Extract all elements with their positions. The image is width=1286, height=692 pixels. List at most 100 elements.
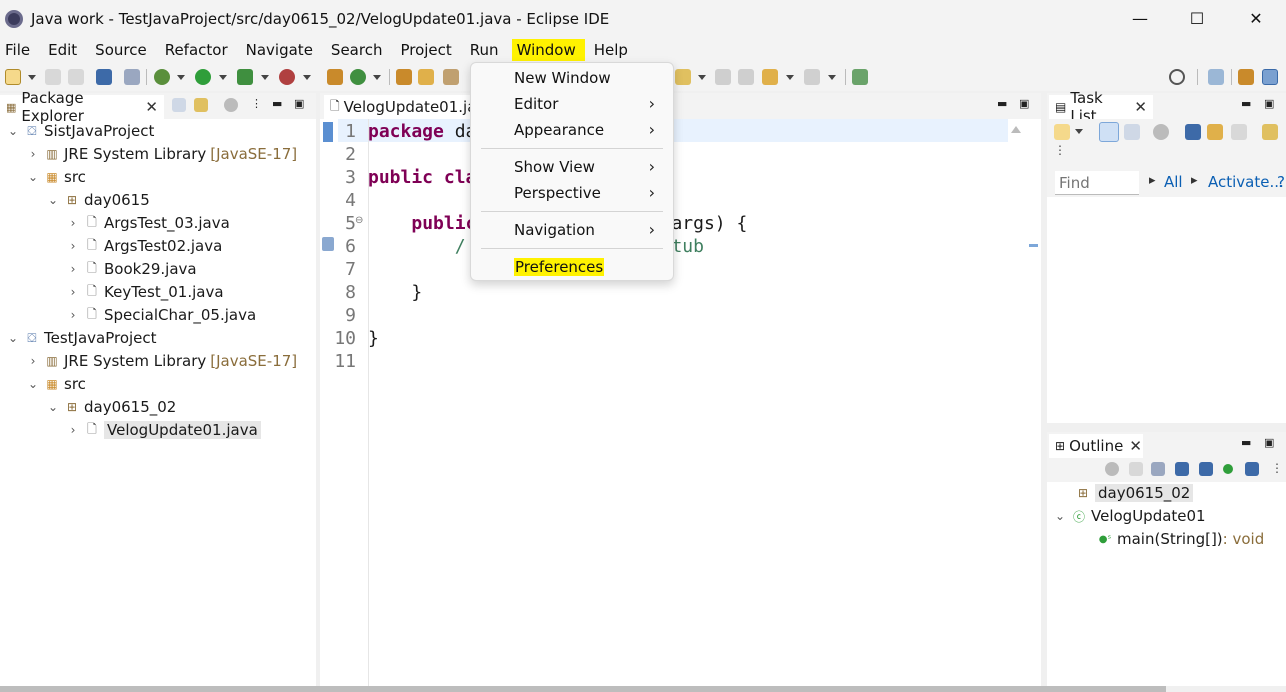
expand-icon[interactable]: › — [66, 285, 80, 299]
sort-icon[interactable] — [1151, 462, 1165, 476]
collapse-icon[interactable]: ⌄ — [46, 193, 60, 207]
view-menu-icon[interactable]: ⋮ — [1054, 143, 1066, 157]
external-tools-icon[interactable] — [279, 69, 295, 85]
link-with-editor-icon[interactable] — [194, 98, 208, 112]
expand-icon[interactable]: › — [26, 147, 40, 161]
menu-search[interactable]: Search — [326, 39, 392, 61]
last-edit-icon[interactable] — [715, 69, 731, 85]
menu-item-show-view[interactable]: Show View › — [471, 155, 673, 179]
code-line[interactable]: 10} — [320, 327, 1010, 350]
new-class-dropdown-icon[interactable] — [373, 75, 381, 80]
hide-static-icon[interactable] — [1199, 462, 1213, 476]
menu-project[interactable]: Project — [395, 39, 460, 61]
maximize-view-icon[interactable]: ▣ — [1264, 97, 1274, 110]
scheduled-icon[interactable] — [1124, 124, 1140, 140]
menu-navigate[interactable]: Navigate — [241, 39, 322, 61]
outline-package-row[interactable]: ⊞ day0615_02 — [1071, 482, 1194, 504]
activate-link[interactable]: Activate... — [1208, 173, 1284, 191]
back-dropdown-icon[interactable] — [786, 75, 794, 80]
hide-fields-icon[interactable] — [1175, 462, 1189, 476]
menu-source[interactable]: Source — [90, 39, 156, 61]
expand-icon[interactable]: › — [66, 423, 80, 437]
open-type-icon[interactable] — [396, 69, 412, 85]
collapse-all-icon[interactable] — [172, 98, 186, 112]
minimize-button[interactable]: — — [1117, 0, 1163, 37]
back-icon[interactable] — [762, 69, 778, 85]
help-icon[interactable]: ? — [1277, 173, 1285, 191]
tree-row[interactable]: › ▥ JRE System Library [JavaSE-17] — [26, 143, 298, 165]
hide-non-public-icon[interactable] — [1223, 464, 1233, 474]
collapse-all-icon[interactable] — [1129, 462, 1143, 476]
code-line[interactable]: 11 — [320, 350, 1010, 373]
tab-outline[interactable]: ⊞ Outline ✕ — [1049, 434, 1143, 458]
close-icon[interactable]: ✕ — [1129, 437, 1142, 455]
tree-row[interactable]: › 🗋 ArgsTest02.java — [66, 235, 223, 257]
maximize-view-icon[interactable]: ▣ — [1264, 436, 1274, 449]
debug-dropdown-icon[interactable] — [177, 75, 185, 80]
focus-icon[interactable] — [1207, 124, 1223, 140]
menu-item-editor[interactable]: Editor › — [471, 92, 673, 116]
filter-icon[interactable] — [1105, 462, 1119, 476]
next-edit-icon[interactable] — [738, 69, 754, 85]
new-dropdown-icon[interactable] — [28, 75, 36, 80]
maximize-button[interactable]: ☐ — [1174, 0, 1220, 37]
tree-row[interactable]: ⌄ ▦ src — [26, 166, 86, 188]
all-link[interactable]: All — [1164, 173, 1183, 191]
scroll-up-icon[interactable] — [1011, 126, 1021, 133]
collapse-icon[interactable]: ⌄ — [26, 170, 40, 184]
hide-completed-icon[interactable] — [1185, 124, 1201, 140]
open-folder-icon[interactable] — [418, 69, 434, 85]
menu-file[interactable]: File — [0, 39, 39, 61]
search-tool-icon[interactable] — [443, 69, 459, 85]
skip-breakpoints-icon[interactable] — [124, 69, 140, 85]
tree-row[interactable]: › 🗋 SpecialChar_05.java — [66, 304, 257, 326]
console-icon[interactable] — [96, 69, 112, 85]
synchronize-icon[interactable] — [1262, 124, 1278, 140]
close-icon[interactable]: ✕ — [145, 98, 158, 116]
collapse-icon[interactable]: ⌄ — [46, 400, 60, 414]
hide-local-types-icon[interactable] — [1245, 462, 1259, 476]
menu-item-navigation[interactable]: Navigation › — [471, 218, 673, 242]
overview-marker[interactable] — [1029, 244, 1038, 247]
run-dropdown-icon[interactable] — [219, 75, 227, 80]
tree-row[interactable]: ⌄ ⊞ day0615 — [46, 189, 150, 211]
java-ee-perspective-icon[interactable] — [1238, 69, 1254, 85]
find-input[interactable] — [1055, 171, 1139, 195]
tree-row[interactable]: ⌄ ⊞ day0615_02 — [46, 396, 176, 418]
save-all-icon[interactable] — [68, 69, 84, 85]
menu-refactor[interactable]: Refactor — [160, 39, 237, 61]
expand-icon[interactable]: › — [66, 262, 80, 276]
minimize-editor-icon[interactable]: ▬ — [997, 97, 1007, 110]
tree-row[interactable]: ⌄ ⛋ TestJavaProject — [6, 327, 157, 349]
annotation-dropdown-icon[interactable] — [698, 75, 706, 80]
tab-velogupdate01[interactable]: 🗋 VelogUpdate01.java — [324, 95, 494, 119]
tree-row[interactable]: › 🗋 Book29.java — [66, 258, 197, 280]
new-icon[interactable] — [5, 69, 21, 85]
collapse-icon[interactable]: ⌄ — [6, 331, 20, 345]
forward-dropdown-icon[interactable] — [828, 75, 836, 80]
fold-icon[interactable]: ⊖ — [355, 215, 363, 226]
tree-row[interactable]: › ▥ JRE System Library [JavaSE-17] — [26, 350, 298, 372]
menu-help[interactable]: Help — [589, 39, 637, 61]
tab-package-explorer[interactable]: ▦ Package Explorer ✕ — [0, 89, 164, 125]
maximize-view-icon[interactable]: ▣ — [294, 97, 304, 110]
close-icon[interactable]: ✕ — [1134, 98, 1147, 116]
filter-icon[interactable] — [1153, 124, 1169, 140]
forward-icon[interactable] — [804, 69, 820, 85]
tree-row[interactable]: › 🗋 ArgsTest_03.java — [66, 212, 230, 234]
view-menu-icon[interactable]: ⋮ — [251, 97, 262, 110]
debug-icon[interactable] — [154, 69, 170, 85]
collapse-icon[interactable]: ⌄ — [1053, 509, 1067, 523]
external-tools-dropdown-icon[interactable] — [303, 75, 311, 80]
tree-row[interactable]: ⌄ ▦ src — [26, 373, 86, 395]
horizontal-scrollbar[interactable] — [0, 686, 1166, 692]
close-button[interactable]: ✕ — [1233, 0, 1279, 37]
code-line[interactable]: 8 } — [320, 281, 1010, 304]
tree-row[interactable]: › 🗋 KeyTest_01.java — [66, 281, 224, 303]
new-task-icon[interactable] — [1054, 124, 1070, 140]
categorized-icon[interactable] — [1099, 122, 1119, 142]
collapse-icon[interactable]: ⌄ — [26, 377, 40, 391]
open-perspective-icon[interactable] — [1208, 69, 1224, 85]
menu-edit[interactable]: Edit — [43, 39, 86, 61]
code-line[interactable]: 9 — [320, 304, 1010, 327]
